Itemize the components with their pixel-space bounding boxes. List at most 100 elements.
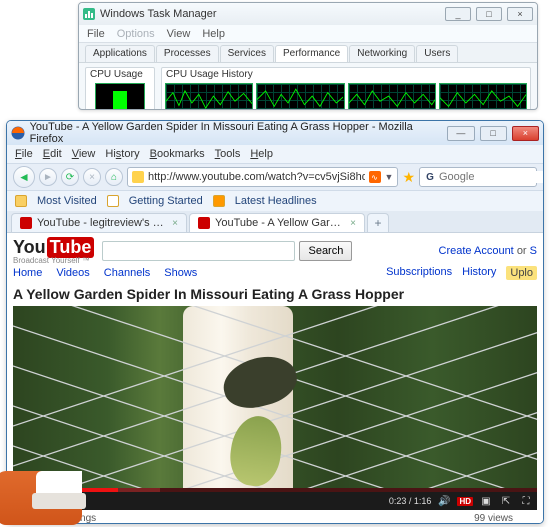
youtube-tagline: Broadcast Yourself ™ (13, 256, 94, 265)
ff-menu-bookmarks[interactable]: Bookmarks (150, 148, 205, 160)
search-engine-icon[interactable]: G (424, 171, 436, 183)
cc-button[interactable]: ▣ (479, 494, 493, 508)
feed-icon (213, 195, 225, 207)
ff-menu-view[interactable]: View (72, 148, 96, 160)
cpu-history-group: CPU Usage History (161, 67, 531, 110)
youtube-logo[interactable]: You Tube Broadcast Yourself ™ (13, 237, 94, 265)
firefox-tabstrip: YouTube - legitreview's Channel × YouTub… (7, 211, 543, 233)
firefox-icon (11, 126, 25, 140)
task-manager-menubar: File Options View Help (79, 25, 537, 43)
task-manager-window: Windows Task Manager _ □ × File Options … (78, 2, 538, 110)
tm-tab-networking[interactable]: Networking (349, 45, 415, 62)
browser-tab-1[interactable]: YouTube - legitreview's Channel × (11, 213, 187, 232)
cpu-history-core1 (165, 83, 253, 110)
nav-home[interactable]: Home (13, 267, 42, 279)
browser-tab-2[interactable]: YouTube - A Yellow Garden Spide... × (189, 213, 365, 232)
bookmarks-toolbar: Most Visited Getting Started Latest Head… (7, 191, 543, 211)
ff-menu-help[interactable]: Help (250, 148, 273, 160)
url-bar[interactable]: ∿ ▼ (127, 167, 398, 187)
hd-button[interactable]: HD (457, 497, 473, 506)
page-icon (107, 195, 119, 207)
tm-tab-applications[interactable]: Applications (85, 45, 155, 62)
youtube-search-input[interactable] (102, 241, 295, 261)
tab2-close-icon[interactable]: × (350, 218, 356, 229)
folder-icon (15, 195, 27, 207)
tm-tab-performance[interactable]: Performance (275, 45, 348, 62)
ff-menu-file[interactable]: File (15, 148, 33, 160)
ff-menu-tools[interactable]: Tools (215, 148, 241, 160)
firefox-titlebar: YouTube - A Yellow Garden Spider In Miss… (7, 121, 543, 145)
ff-menu-edit[interactable]: Edit (43, 148, 62, 160)
url-input[interactable] (148, 171, 365, 183)
video-title: A Yellow Garden Spider In Missouri Eatin… (13, 286, 537, 302)
cpu-usage-group: CPU Usage 78 % (85, 67, 155, 110)
video-chicken-wire (13, 306, 537, 510)
task-manager-tabs: Applications Processes Services Performa… (79, 43, 537, 63)
tm-menu-help[interactable]: Help (202, 28, 225, 40)
tm-menu-options[interactable]: Options (117, 28, 155, 40)
tab2-favicon (198, 217, 210, 229)
cpu-usage-gauge (95, 83, 145, 110)
nav-videos[interactable]: Videos (56, 267, 89, 279)
task-manager-title: Windows Task Manager (100, 8, 217, 20)
sign-in-link[interactable]: S (530, 245, 537, 257)
volume-button[interactable]: 🔊 (437, 494, 451, 508)
home-button[interactable]: ⌂ (105, 168, 123, 186)
video-rating-row: ★★★★★ 1 ratings 99 views (13, 513, 537, 523)
tm-close-button[interactable]: × (507, 7, 533, 21)
task-manager-titlebar: Windows Task Manager _ □ × (79, 3, 537, 25)
task-manager-body: CPU Usage 78 % CPU Usage History (79, 63, 537, 110)
player-controls: ▶ 0:23 / 1:16 🔊 HD ▣ ⇱ ⛶ (13, 492, 537, 510)
tm-menu-view[interactable]: View (167, 28, 191, 40)
search-input[interactable] (439, 171, 544, 183)
youtube-page: You Tube Broadcast Yourself ™ Search Cre… (7, 233, 543, 523)
back-button[interactable]: ◄ (13, 166, 35, 188)
nav-upload[interactable]: Uplo (506, 266, 537, 280)
nav-history[interactable]: History (462, 266, 496, 280)
bm-most-visited[interactable]: Most Visited (37, 195, 97, 207)
tm-menu-file[interactable]: File (87, 28, 105, 40)
nav-shows[interactable]: Shows (164, 267, 197, 279)
ff-maximize-button[interactable]: □ (480, 126, 507, 141)
tm-tab-processes[interactable]: Processes (156, 45, 219, 62)
bookmark-star-icon[interactable]: ★ (402, 169, 415, 186)
tm-tab-users[interactable]: Users (416, 45, 458, 62)
new-tab-button[interactable]: + (367, 213, 389, 232)
tm-minimize-button[interactable]: _ (445, 7, 471, 21)
reload-button[interactable]: ⟳ (61, 168, 79, 186)
url-dropdown[interactable]: ▼ (385, 172, 394, 182)
player-time: 0:23 / 1:16 (389, 496, 432, 506)
tab1-favicon (20, 217, 32, 229)
cpu-history-label: CPU Usage History (162, 68, 530, 81)
ff-close-button[interactable]: × (512, 126, 539, 141)
youtube-search-button[interactable]: Search (299, 241, 352, 261)
nav-channels[interactable]: Channels (104, 267, 150, 279)
firefox-menubar: File Edit View History Bookmarks Tools H… (7, 145, 543, 163)
popout-button[interactable]: ⇱ (499, 494, 513, 508)
tm-tab-services[interactable]: Services (220, 45, 274, 62)
view-count: 99 views (474, 513, 513, 523)
cpu-history-core3 (348, 83, 436, 110)
bm-getting-started[interactable]: Getting Started (129, 195, 203, 207)
logo-tube: Tube (47, 237, 95, 258)
rss-icon[interactable]: ∿ (369, 171, 381, 183)
fullscreen-button[interactable]: ⛶ (519, 494, 533, 508)
stop-button[interactable]: × (83, 168, 101, 186)
site-favicon (132, 171, 144, 183)
youtube-account-links: Create Account or S (439, 245, 537, 257)
cpu-history-core2 (256, 83, 344, 110)
cpu-history-core4 (439, 83, 527, 110)
forward-button[interactable]: ► (39, 168, 57, 186)
create-account-link[interactable]: Create Account (439, 245, 514, 257)
tm-maximize-button[interactable]: □ (476, 7, 502, 21)
tab1-label: YouTube - legitreview's Channel (37, 217, 167, 229)
search-bar[interactable]: G (419, 167, 537, 187)
youtube-search: Search (102, 241, 352, 261)
tab1-close-icon[interactable]: × (172, 218, 178, 229)
nav-subscriptions[interactable]: Subscriptions (386, 266, 452, 280)
youtube-header: You Tube Broadcast Yourself ™ Search Cre… (13, 237, 537, 265)
ff-menu-history[interactable]: History (105, 148, 139, 160)
bm-latest-headlines[interactable]: Latest Headlines (235, 195, 317, 207)
ff-minimize-button[interactable]: — (447, 126, 474, 141)
video-player[interactable]: ▶ 0:23 / 1:16 🔊 HD ▣ ⇱ ⛶ (13, 306, 537, 510)
